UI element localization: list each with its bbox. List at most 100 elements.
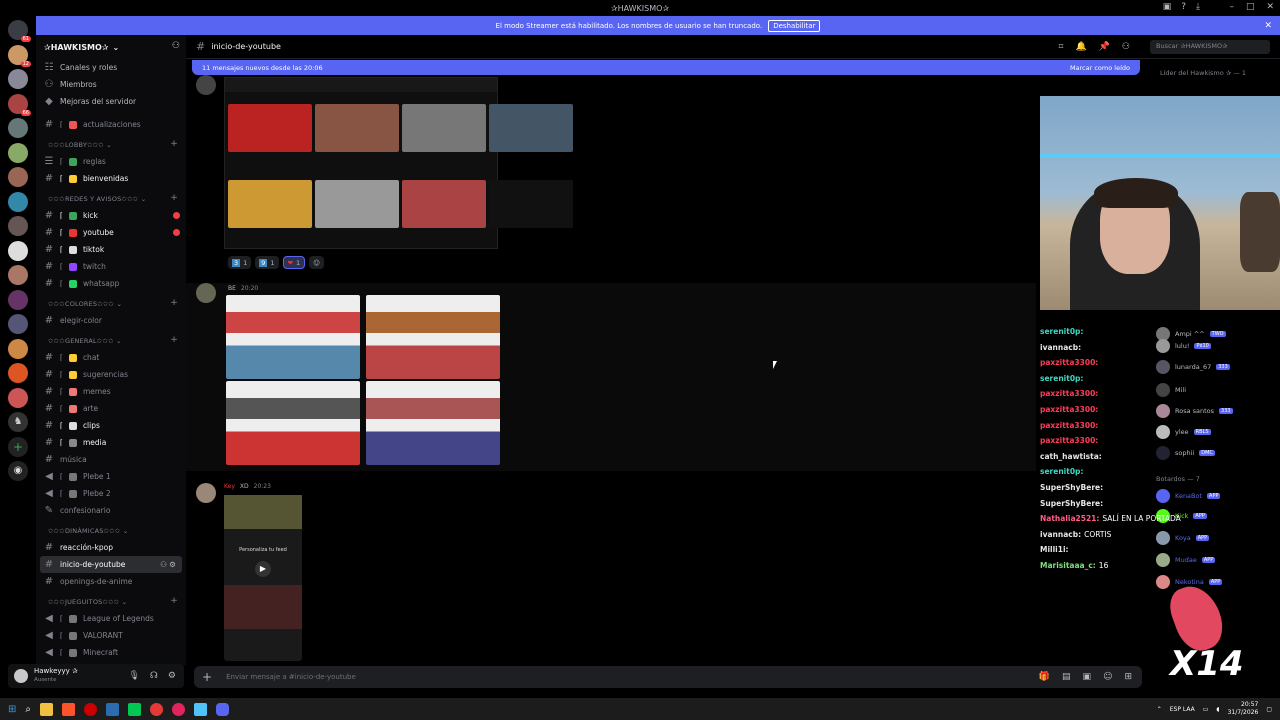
voice-valorant[interactable]: ◀ ⌈ VALORANT <box>36 627 186 644</box>
chrome-icon[interactable] <box>150 702 163 716</box>
avatar[interactable] <box>14 669 28 683</box>
avatar[interactable] <box>196 283 216 303</box>
search-icon[interactable]: ⌕ <box>25 704 31 715</box>
message-composer[interactable]: + Enviar mensaje a #inicio-de-youtube 🎁 ▤… <box>194 666 1142 688</box>
category-juegos[interactable]: ✩✩✩ JUEGUITOS ✩✩✩ ⌄ + <box>36 590 186 610</box>
home-icon[interactable]: 61 <box>8 20 31 42</box>
notepad-icon[interactable] <box>194 702 207 716</box>
gif-icon[interactable]: ▤ <box>1062 672 1071 682</box>
voice-minecraft[interactable]: ◀ ⌈ Minecraft <box>36 644 186 661</box>
inbox-icon[interactable]: ▣ <box>1163 2 1172 12</box>
reaction[interactable]: 91 <box>255 256 279 269</box>
sidebar-item-boosts[interactable]: ◆ Mejoras del servidor <box>36 93 186 110</box>
discover-icon[interactable]: ◉ <box>8 461 28 481</box>
voice-plebe-1[interactable]: ◀ ⌈ Plebe 1 <box>36 468 186 485</box>
maximize-button[interactable]: □ <box>1246 2 1255 12</box>
category-colores[interactable]: ✩✩✩ COLORES ✩✩✩ ⌄ + <box>36 292 186 312</box>
voice-league[interactable]: ◀ ⌈ League of Legends <box>36 610 186 627</box>
channel-whatsapp[interactable]: # ⌈ whatsapp <box>36 275 186 292</box>
minimize-button[interactable]: – <box>1229 2 1234 12</box>
new-messages-bar[interactable]: 11 mensajes nuevos desde las 20:06 Marca… <box>192 60 1140 75</box>
channel-tiktok[interactable]: # ⌈ tiktok <box>36 241 186 258</box>
server-icon[interactable] <box>8 314 28 334</box>
youtube-screenshot[interactable] <box>224 77 573 249</box>
emoji-icon[interactable]: ☺ <box>1103 672 1112 682</box>
reaction[interactable]: 31 <box>228 256 252 269</box>
disable-button[interactable]: Deshabilitar <box>768 19 821 32</box>
server-icon[interactable] <box>8 265 28 285</box>
threads-icon[interactable]: ⌗ <box>1058 42 1063 52</box>
tray-chevron-icon[interactable]: ⌃ <box>1157 706 1162 713</box>
app-icon[interactable] <box>128 702 141 716</box>
add-reaction-icon[interactable]: ☺ <box>309 256 324 269</box>
close-button[interactable]: ✕ <box>1266 2 1274 12</box>
sidebar-item-channels-roles[interactable]: ☷ Canales y roles <box>36 59 186 76</box>
network-icon[interactable]: ▭ <box>1203 706 1209 713</box>
server-header[interactable]: ✰HAWKISMO✰ ⌄ ⚇ <box>36 35 186 59</box>
channel-chat[interactable]: # ⌈ chat <box>36 349 186 366</box>
mic-icon[interactable]: 🎙 <box>128 671 139 681</box>
channel-clips[interactable]: # ⌈ clips <box>36 417 186 434</box>
notifications-icon[interactable]: ▢ <box>1266 706 1272 713</box>
notifications-icon[interactable]: 🔔 <box>1075 42 1086 52</box>
server-icon[interactable]: 12 <box>8 44 31 67</box>
server-icon[interactable] <box>8 118 28 138</box>
avatar[interactable] <box>196 483 216 503</box>
channel-confesionario[interactable]: ✎ confesionario <box>36 502 186 519</box>
avatar[interactable] <box>196 75 216 95</box>
channel-kick[interactable]: # ⌈ kick <box>36 207 186 224</box>
reaction[interactable]: ❤ 1 <box>282 256 306 269</box>
phone-video[interactable]: Personaliza tu feed ▶ <box>224 495 302 661</box>
category-general[interactable]: ✩✩✩ GENERAL ✩✩✩ ⌄ + <box>36 329 186 349</box>
channel-musica[interactable]: # música <box>36 451 186 468</box>
brave-icon[interactable] <box>62 702 75 716</box>
server-icon[interactable]: 66 <box>8 93 31 116</box>
channel-inicio-de-youtube[interactable]: # inicio-de-youtube ⚇ ⚙ <box>40 556 182 573</box>
language-indicator[interactable]: ESP LAA <box>1170 706 1195 713</box>
server-icon[interactable] <box>8 191 28 212</box>
category-dinamicas[interactable]: ✩✩✩ DINÁMICAS ✩✩✩ ⌄ <box>36 519 186 539</box>
server-icon[interactable] <box>8 338 28 359</box>
channel-arte[interactable]: # ⌈ arte <box>36 400 186 417</box>
server-icon[interactable] <box>8 69 28 89</box>
channel-reglas[interactable]: ☰ ⌈ reglas <box>36 153 186 170</box>
pin-icon[interactable]: 📌 <box>1099 42 1110 52</box>
server-icon[interactable] <box>8 387 28 408</box>
discord-icon[interactable] <box>216 702 229 716</box>
channel-sugerencias[interactable]: # ⌈ sugerencias <box>36 366 186 383</box>
composer-input[interactable]: Enviar mensaje a #inicio-de-youtube <box>226 673 356 681</box>
settings-icon[interactable]: ⚙ <box>168 671 176 681</box>
channel-openings-de-anime[interactable]: # openings-de-anime <box>36 573 186 590</box>
add-server-icon[interactable]: + <box>8 436 28 457</box>
server-icon[interactable] <box>8 240 28 261</box>
phone-screenshots[interactable] <box>226 295 500 465</box>
server-icon[interactable] <box>8 216 28 236</box>
channel-bienvenidas[interactable]: # ⌈ bienvenidas <box>36 170 186 187</box>
server-icon[interactable] <box>8 142 28 163</box>
download-icon[interactable]: ⤓ <box>1196 2 1200 12</box>
voice-plebe-2[interactable]: ◀ ⌈ Plebe 2 <box>36 485 186 502</box>
hawk-icon[interactable]: ♞ <box>8 412 28 432</box>
category-lobby[interactable]: ✩✩✩ LOBBY ✩✩✩ ⌄ + <box>36 133 186 153</box>
app-icon[interactable] <box>172 702 185 716</box>
channel-elegir-color[interactable]: # elegir-color <box>36 312 186 329</box>
sticker-icon[interactable]: ▣ <box>1083 672 1092 682</box>
channel-reaccion-kpop[interactable]: # reacción-kpop <box>36 539 186 556</box>
members-icon[interactable]: ⚇ <box>1122 42 1130 52</box>
headphones-icon[interactable]: ☊ <box>150 671 158 681</box>
search-input[interactable]: Buscar ✰HAWKISMO✰ <box>1150 39 1270 54</box>
channel-actualizaciones[interactable]: # ⌈ actualizaciones <box>36 116 186 133</box>
volume-icon[interactable]: ◖ <box>1216 706 1219 713</box>
channel-memes[interactable]: # ⌈ memes <box>36 383 186 400</box>
clock[interactable]: 20:57 31/7/2026 <box>1228 701 1259 717</box>
channel-media[interactable]: # ⌈ media <box>36 434 186 451</box>
server-icon[interactable] <box>8 167 28 187</box>
close-icon[interactable]: ✕ <box>1264 21 1272 31</box>
gift-icon[interactable]: 🎁 <box>1039 672 1050 682</box>
mark-read-button[interactable]: Marcar como leído <box>1070 64 1130 72</box>
help-icon[interactable]: ? <box>1181 2 1186 12</box>
server-icon[interactable] <box>8 363 28 383</box>
app-icon[interactable] <box>106 702 119 716</box>
attach-icon[interactable]: + <box>202 670 212 684</box>
channel-youtube[interactable]: # ⌈ youtube <box>36 224 186 241</box>
